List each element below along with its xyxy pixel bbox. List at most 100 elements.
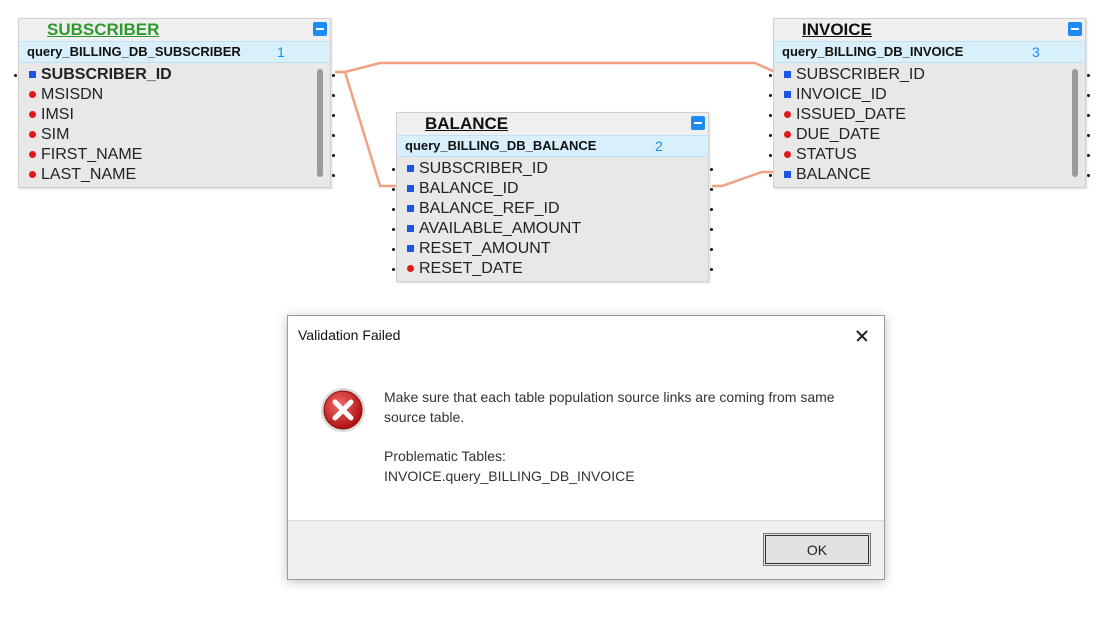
collapse-button[interactable] <box>1068 22 1082 36</box>
ok-button[interactable]: OK <box>763 533 871 566</box>
field-label: LAST_NAME <box>41 166 137 183</box>
right-port[interactable] <box>1087 114 1090 117</box>
field-list: SUBSCRIBER_ID INVOICE_ID ISSUED_DATE DUE… <box>769 63 1090 185</box>
invoice-table[interactable]: INVOICE query_BILLING_DB_INVOICE 3 SUBSC… <box>769 18 1090 188</box>
field-subscriber-id[interactable]: SUBSCRIBER_ID <box>14 65 335 85</box>
right-port[interactable] <box>710 268 713 271</box>
left-port[interactable] <box>769 134 772 137</box>
left-port[interactable] <box>392 168 395 171</box>
field-list: SUBSCRIBER_ID BALANCE_ID BALANCE_REF_ID … <box>392 157 713 279</box>
left-port[interactable] <box>769 94 772 97</box>
query-band: query_BILLING_DB_BALANCE 2 <box>397 135 708 157</box>
required-marker-icon <box>784 151 791 158</box>
right-port[interactable] <box>332 134 335 137</box>
right-port[interactable] <box>1087 94 1090 97</box>
required-marker-icon <box>29 131 36 138</box>
table-title: SUBSCRIBER <box>47 20 160 39</box>
left-port[interactable] <box>769 74 772 77</box>
field-label: RESET_AMOUNT <box>419 240 551 257</box>
left-port[interactable] <box>769 174 772 177</box>
subscriber-table[interactable]: SUBSCRIBER query_BILLING_DB_SUBSCRIBER 1… <box>14 18 335 188</box>
key-marker-icon <box>407 185 414 192</box>
field-label: IMSI <box>41 106 74 123</box>
field-label: SUBSCRIBER_ID <box>419 160 548 177</box>
right-port[interactable] <box>1087 74 1090 77</box>
right-port[interactable] <box>332 94 335 97</box>
field-label: INVOICE_ID <box>796 86 887 103</box>
table-title: BALANCE <box>425 114 509 133</box>
query-number: 2 <box>655 138 663 154</box>
field-last-name[interactable]: LAST_NAME <box>19 165 335 185</box>
field-balance[interactable]: BALANCE <box>769 165 1090 185</box>
right-port[interactable] <box>332 114 335 117</box>
left-port[interactable] <box>14 74 17 77</box>
right-port[interactable] <box>332 154 335 157</box>
left-port[interactable] <box>392 248 395 251</box>
field-label: SIM <box>41 126 70 143</box>
left-port[interactable] <box>769 154 772 157</box>
close-icon[interactable] <box>846 322 876 350</box>
vertical-scrollbar[interactable] <box>317 69 323 177</box>
field-imsi[interactable]: IMSI <box>19 105 335 125</box>
right-port[interactable] <box>710 208 713 211</box>
field-subscriber-id[interactable]: SUBSCRIBER_ID <box>769 65 1090 85</box>
left-port[interactable] <box>392 268 395 271</box>
field-label: AVAILABLE_AMOUNT <box>419 220 582 237</box>
right-port[interactable] <box>710 188 713 191</box>
field-reset-amount[interactable]: RESET_AMOUNT <box>392 239 713 259</box>
table-header: SUBSCRIBER <box>19 19 330 41</box>
problem-table: INVOICE.query_BILLING_DB_INVOICE <box>384 468 635 484</box>
key-marker-icon <box>784 171 791 178</box>
key-marker-icon <box>29 71 36 78</box>
right-port[interactable] <box>710 228 713 231</box>
key-marker-icon <box>407 225 414 232</box>
left-port[interactable] <box>392 228 395 231</box>
balance-table[interactable]: BALANCE query_BILLING_DB_BALANCE 2 SUBSC… <box>392 112 713 282</box>
query-name: query_BILLING_DB_INVOICE <box>782 44 964 59</box>
right-port[interactable] <box>1087 134 1090 137</box>
field-balance-ref-id[interactable]: BALANCE_REF_ID <box>392 199 713 219</box>
field-due-date[interactable]: DUE_DATE <box>769 125 1090 145</box>
link-balance-invoice <box>712 170 775 188</box>
field-label: SUBSCRIBER_ID <box>796 66 925 83</box>
left-port[interactable] <box>769 114 772 117</box>
field-msisdn[interactable]: MSISDN <box>19 85 335 105</box>
right-port[interactable] <box>710 248 713 251</box>
field-status[interactable]: STATUS <box>769 145 1090 165</box>
required-marker-icon <box>784 111 791 118</box>
right-port[interactable] <box>332 174 335 177</box>
vertical-scrollbar[interactable] <box>1072 69 1078 177</box>
field-balance-id[interactable]: BALANCE_ID <box>392 179 713 199</box>
field-label: SUBSCRIBER_ID <box>41 66 172 83</box>
collapse-button[interactable] <box>313 22 327 36</box>
right-port[interactable] <box>1087 174 1090 177</box>
right-port[interactable] <box>1087 154 1090 157</box>
field-sim[interactable]: SIM <box>19 125 335 145</box>
query-band: query_BILLING_DB_INVOICE 3 <box>774 41 1085 63</box>
field-first-name[interactable]: FIRST_NAME <box>19 145 335 165</box>
validation-dialog: Validation Failed Make sure that each ta… <box>287 315 885 580</box>
required-marker-icon <box>784 131 791 138</box>
right-port[interactable] <box>710 168 713 171</box>
collapse-button[interactable] <box>691 116 705 130</box>
required-marker-icon <box>29 111 36 118</box>
field-issued-date[interactable]: ISSUED_DATE <box>769 105 1090 125</box>
query-name: query_BILLING_DB_BALANCE <box>405 138 597 153</box>
left-port[interactable] <box>392 188 395 191</box>
right-port[interactable] <box>332 74 335 77</box>
required-marker-icon <box>407 265 414 272</box>
key-marker-icon <box>784 91 791 98</box>
required-marker-icon <box>29 91 36 98</box>
left-port[interactable] <box>392 208 395 211</box>
key-marker-icon <box>784 71 791 78</box>
required-marker-icon <box>29 151 36 158</box>
key-marker-icon <box>407 165 414 172</box>
required-marker-icon <box>29 171 36 178</box>
query-band: query_BILLING_DB_SUBSCRIBER 1 <box>19 41 330 63</box>
field-available-amount[interactable]: AVAILABLE_AMOUNT <box>392 219 713 239</box>
field-list: SUBSCRIBER_ID MSISDN IMSI SIM FIRST_NAME… <box>14 63 335 185</box>
link-subscriber-invoice <box>335 61 776 74</box>
field-subscriber-id[interactable]: SUBSCRIBER_ID <box>392 159 713 179</box>
field-invoice-id[interactable]: INVOICE_ID <box>769 85 1090 105</box>
field-reset-date[interactable]: RESET_DATE <box>392 259 713 279</box>
